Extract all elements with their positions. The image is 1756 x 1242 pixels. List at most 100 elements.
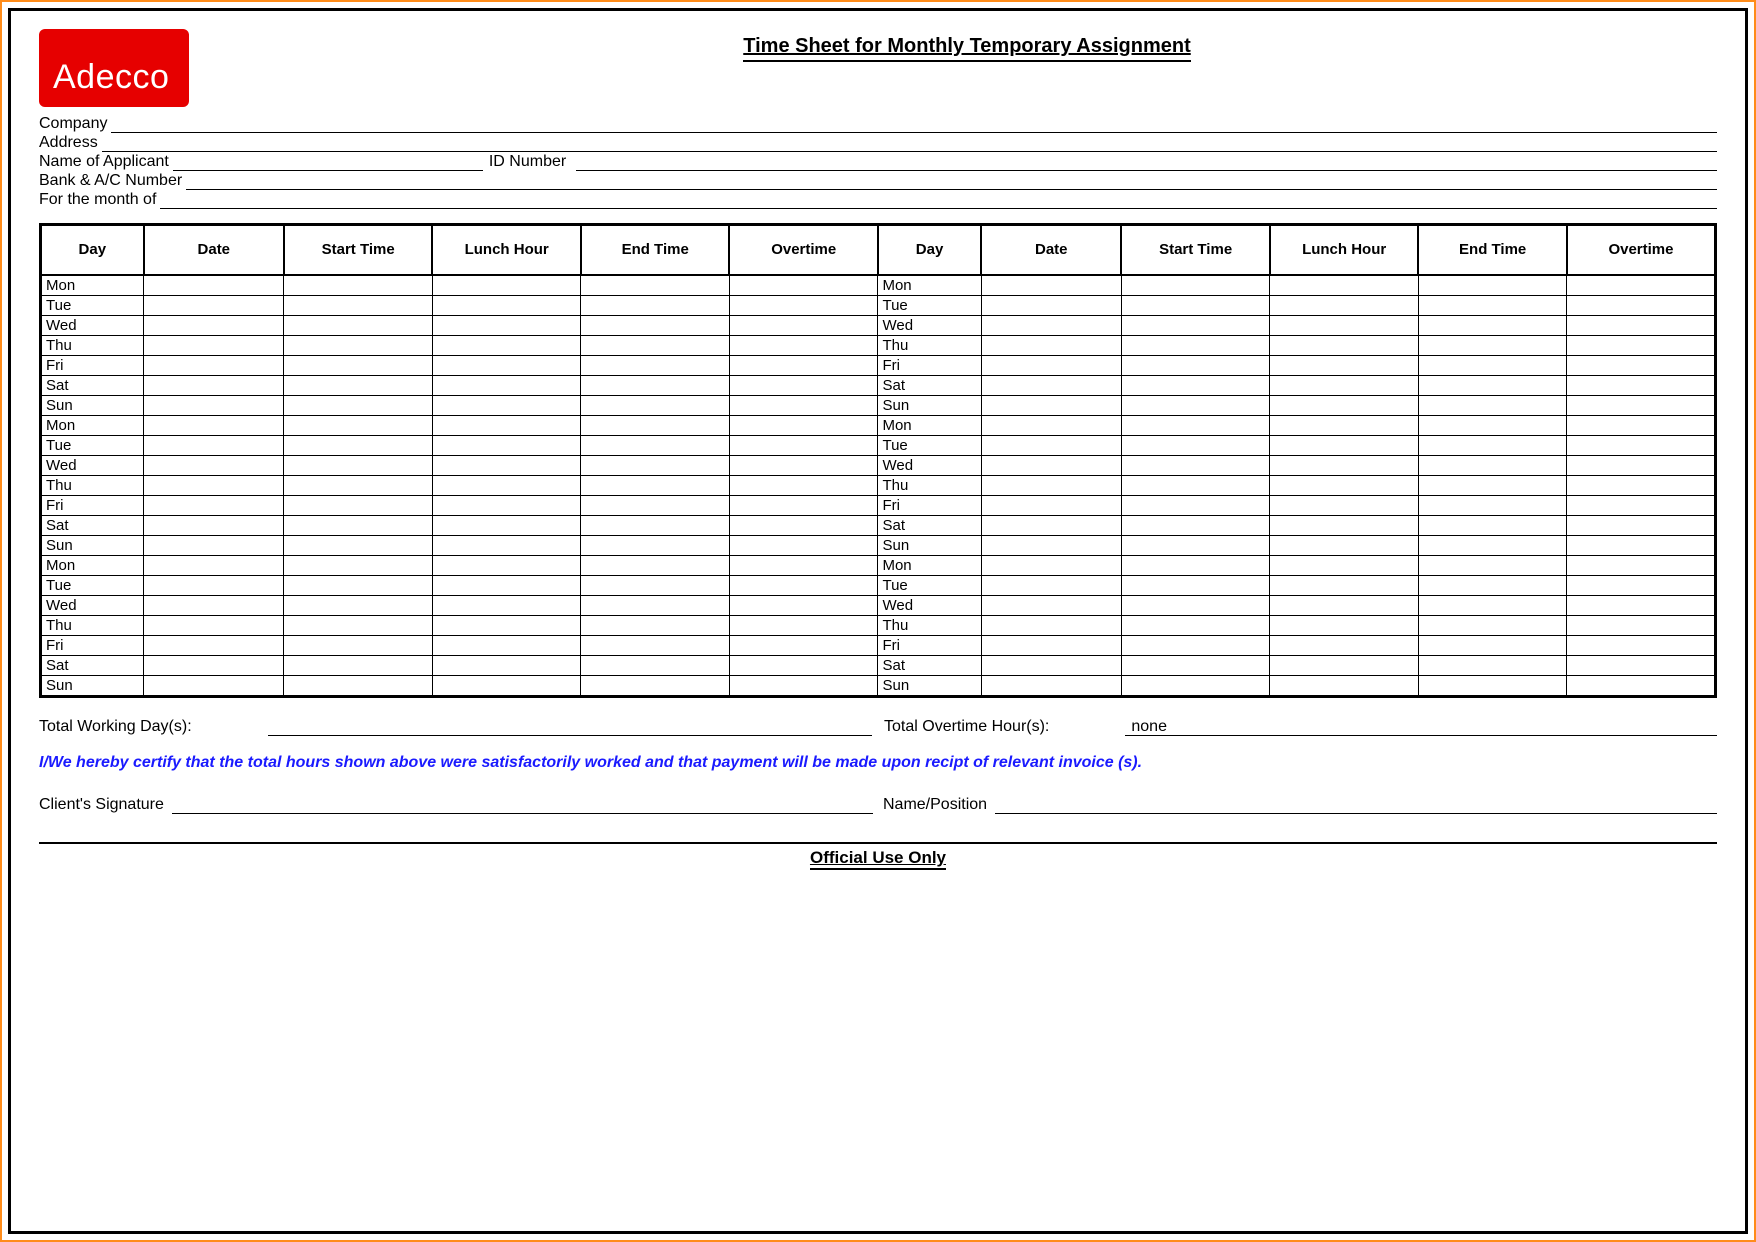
data-cell[interactable] [1121, 635, 1270, 655]
data-cell[interactable] [144, 635, 284, 655]
data-cell[interactable] [432, 455, 581, 475]
data-cell[interactable] [981, 495, 1121, 515]
data-cell[interactable] [144, 435, 284, 455]
data-cell[interactable] [284, 475, 433, 495]
data-cell[interactable] [1270, 395, 1419, 415]
applicant-input[interactable] [173, 153, 483, 171]
data-cell[interactable] [1418, 635, 1567, 655]
data-cell[interactable] [981, 295, 1121, 315]
data-cell[interactable] [1567, 375, 1716, 395]
data-cell[interactable] [581, 335, 730, 355]
data-cell[interactable] [729, 455, 878, 475]
data-cell[interactable] [729, 555, 878, 575]
data-cell[interactable] [144, 295, 284, 315]
data-cell[interactable] [144, 275, 284, 296]
data-cell[interactable] [284, 515, 433, 535]
data-cell[interactable] [1121, 415, 1270, 435]
data-cell[interactable] [1418, 355, 1567, 375]
data-cell[interactable] [1270, 275, 1419, 296]
data-cell[interactable] [729, 635, 878, 655]
data-cell[interactable] [1418, 455, 1567, 475]
data-cell[interactable] [1121, 455, 1270, 475]
data-cell[interactable] [432, 555, 581, 575]
data-cell[interactable] [1418, 615, 1567, 635]
data-cell[interactable] [1270, 655, 1419, 675]
name-position-input[interactable] [995, 796, 1717, 814]
data-cell[interactable] [1270, 495, 1419, 515]
data-cell[interactable] [1418, 415, 1567, 435]
data-cell[interactable] [1121, 675, 1270, 696]
data-cell[interactable] [1270, 475, 1419, 495]
data-cell[interactable] [1418, 515, 1567, 535]
data-cell[interactable] [284, 595, 433, 615]
data-cell[interactable] [1121, 395, 1270, 415]
data-cell[interactable] [1567, 595, 1716, 615]
data-cell[interactable] [729, 355, 878, 375]
data-cell[interactable] [1270, 455, 1419, 475]
data-cell[interactable] [1567, 615, 1716, 635]
data-cell[interactable] [1567, 655, 1716, 675]
data-cell[interactable] [581, 415, 730, 435]
data-cell[interactable] [1567, 535, 1716, 555]
data-cell[interactable] [581, 475, 730, 495]
data-cell[interactable] [432, 315, 581, 335]
data-cell[interactable] [729, 335, 878, 355]
data-cell[interactable] [1121, 375, 1270, 395]
data-cell[interactable] [1270, 675, 1419, 696]
total-working-days-input[interactable] [268, 718, 872, 736]
data-cell[interactable] [729, 515, 878, 535]
data-cell[interactable] [1121, 335, 1270, 355]
data-cell[interactable] [581, 495, 730, 515]
data-cell[interactable] [1270, 555, 1419, 575]
data-cell[interactable] [981, 455, 1121, 475]
data-cell[interactable] [1121, 315, 1270, 335]
data-cell[interactable] [144, 575, 284, 595]
data-cell[interactable] [981, 435, 1121, 455]
data-cell[interactable] [1418, 495, 1567, 515]
data-cell[interactable] [144, 395, 284, 415]
data-cell[interactable] [581, 315, 730, 335]
data-cell[interactable] [144, 335, 284, 355]
data-cell[interactable] [1270, 335, 1419, 355]
data-cell[interactable] [1121, 515, 1270, 535]
data-cell[interactable] [284, 455, 433, 475]
data-cell[interactable] [1418, 275, 1567, 296]
data-cell[interactable] [432, 275, 581, 296]
data-cell[interactable] [981, 575, 1121, 595]
data-cell[interactable] [1418, 595, 1567, 615]
data-cell[interactable] [284, 675, 433, 696]
data-cell[interactable] [729, 675, 878, 696]
data-cell[interactable] [1270, 575, 1419, 595]
data-cell[interactable] [284, 355, 433, 375]
data-cell[interactable] [1270, 435, 1419, 455]
data-cell[interactable] [1121, 495, 1270, 515]
data-cell[interactable] [432, 635, 581, 655]
data-cell[interactable] [729, 475, 878, 495]
data-cell[interactable] [581, 555, 730, 575]
company-input[interactable] [111, 115, 1717, 133]
client-signature-input[interactable] [172, 796, 873, 814]
data-cell[interactable] [981, 635, 1121, 655]
data-cell[interactable] [432, 495, 581, 515]
data-cell[interactable] [1270, 615, 1419, 635]
data-cell[interactable] [1418, 535, 1567, 555]
data-cell[interactable] [981, 375, 1121, 395]
data-cell[interactable] [284, 535, 433, 555]
data-cell[interactable] [1270, 595, 1419, 615]
month-input[interactable] [160, 191, 1717, 209]
data-cell[interactable] [1270, 415, 1419, 435]
data-cell[interactable] [581, 375, 730, 395]
data-cell[interactable] [1121, 275, 1270, 296]
data-cell[interactable] [1567, 335, 1716, 355]
data-cell[interactable] [581, 435, 730, 455]
data-cell[interactable] [144, 495, 284, 515]
data-cell[interactable] [1567, 575, 1716, 595]
bank-input[interactable] [186, 172, 1717, 190]
data-cell[interactable] [1121, 435, 1270, 455]
data-cell[interactable] [432, 655, 581, 675]
data-cell[interactable] [144, 475, 284, 495]
data-cell[interactable] [1418, 295, 1567, 315]
data-cell[interactable] [432, 675, 581, 696]
data-cell[interactable] [432, 475, 581, 495]
data-cell[interactable] [432, 375, 581, 395]
